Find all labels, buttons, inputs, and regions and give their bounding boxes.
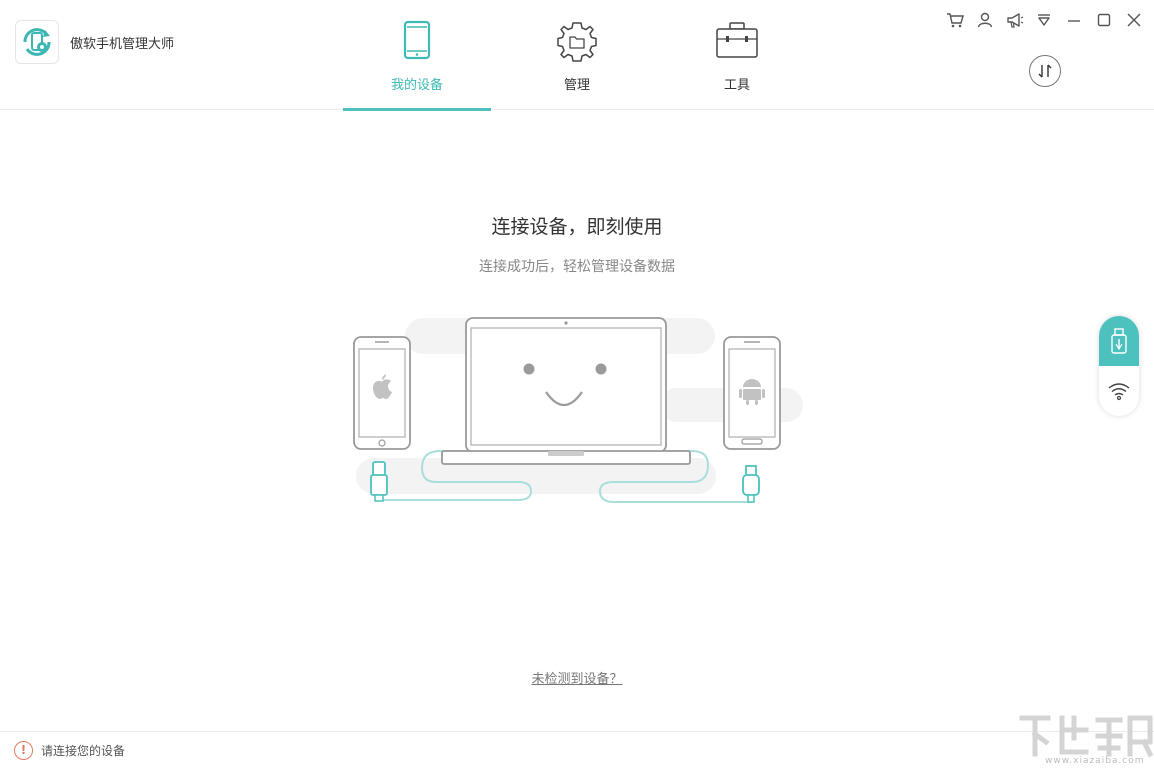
connection-mode-dock bbox=[1099, 316, 1139, 416]
toolbox-icon bbox=[715, 20, 759, 64]
connect-title: 连接设备，即刻使用 bbox=[491, 216, 663, 238]
phone-icon bbox=[403, 20, 431, 64]
status-text: 请连接您的设备 bbox=[41, 744, 126, 758]
tab-tools-label: 工具 bbox=[723, 78, 750, 93]
wifi-connect-button[interactable] bbox=[1099, 366, 1139, 416]
help-link-wrap: 未检测到设备？ bbox=[0, 668, 1154, 687]
user-icon[interactable] bbox=[975, 10, 995, 30]
transfer-button[interactable] bbox=[1029, 55, 1061, 87]
cart-icon[interactable] bbox=[945, 10, 965, 30]
app-logo bbox=[15, 20, 59, 64]
menu-icon[interactable] bbox=[1034, 10, 1054, 30]
warning-icon: ! bbox=[14, 741, 33, 760]
gear-folder-icon bbox=[555, 20, 599, 68]
minimize-icon[interactable] bbox=[1064, 10, 1084, 30]
tab-my-device[interactable]: 我的设备 bbox=[343, 0, 491, 111]
app-logo-icon bbox=[23, 28, 51, 56]
tab-manage-label: 管理 bbox=[563, 78, 590, 93]
tab-manage[interactable]: 管理 bbox=[503, 0, 651, 110]
usb-icon bbox=[1111, 328, 1127, 354]
tab-my-device-label: 我的设备 bbox=[390, 78, 443, 93]
usb-connect-button[interactable] bbox=[1099, 316, 1139, 366]
device-not-detected-link[interactable]: 未检测到设备？ bbox=[531, 672, 622, 687]
transfer-arrows-icon bbox=[1038, 64, 1052, 78]
app-title: 傲软手机管理大师 bbox=[70, 37, 175, 52]
megaphone-icon[interactable] bbox=[1005, 10, 1025, 30]
watermark-text: www.xiazaiba.com bbox=[1045, 756, 1145, 766]
connect-illustration bbox=[340, 310, 810, 514]
status-bar: ! 请连接您的设备 bbox=[0, 731, 1154, 768]
close-icon[interactable] bbox=[1124, 10, 1144, 30]
tab-tools[interactable]: 工具 bbox=[663, 0, 811, 110]
top-bar: 傲软手机管理大师 我的设备 管理 工具 bbox=[0, 0, 1154, 111]
maximize-icon[interactable] bbox=[1094, 10, 1114, 30]
wifi-icon bbox=[1108, 383, 1130, 401]
connect-subtitle: 连接成功后，轻松管理设备数据 bbox=[479, 259, 675, 275]
